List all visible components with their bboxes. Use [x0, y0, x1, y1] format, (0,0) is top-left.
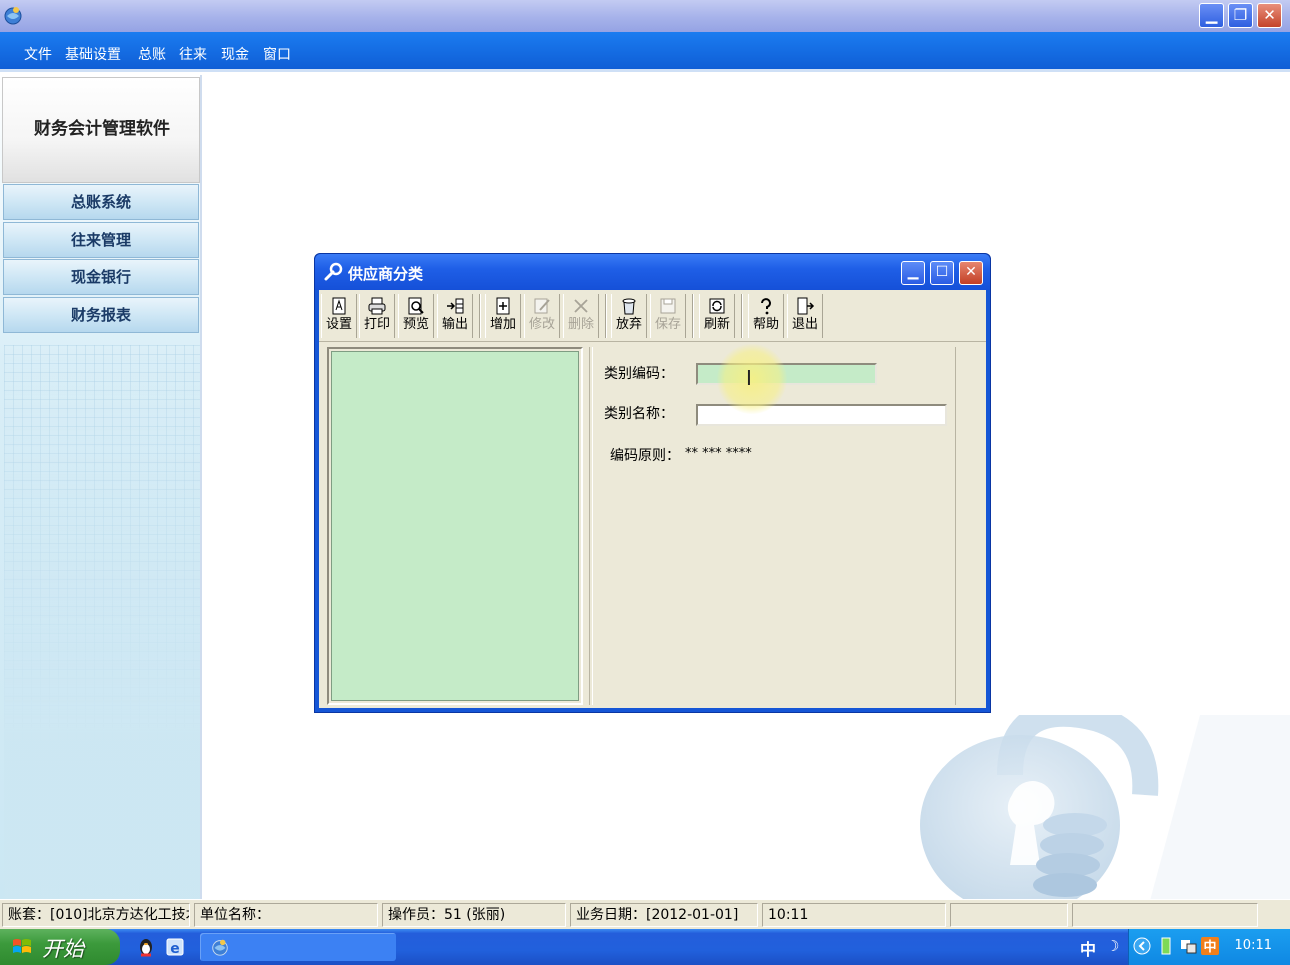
printer-icon	[368, 297, 386, 315]
sidebar-item-receivables[interactable]: 往来管理	[3, 222, 199, 258]
category-code-input[interactable]	[696, 363, 877, 385]
edit-pencil-icon	[534, 298, 550, 314]
toolbar-separator	[692, 294, 694, 338]
page-setup-icon	[332, 297, 346, 315]
menu-receivables-payables[interactable]: 往来	[179, 44, 207, 64]
print-preview-icon	[408, 297, 424, 315]
sidebar: 财务会计管理软件 总账系统 往来管理 现金银行 财务报表	[0, 75, 202, 899]
print-button[interactable]: 打印	[359, 294, 395, 338]
setup-button[interactable]: 设置	[321, 294, 357, 338]
maximize-icon: ☐	[935, 264, 949, 280]
dialog-title: 供应商分类	[348, 265, 424, 283]
status-empty-2	[1072, 903, 1258, 927]
tray-network-icon[interactable]	[1179, 937, 1197, 955]
coding-rule-label: 编码原则：	[610, 448, 680, 464]
restore-icon: ❐	[1233, 6, 1248, 24]
preview-button[interactable]: 预览	[398, 294, 434, 338]
toolbar-separator	[479, 294, 481, 338]
dialog-toolbar: 设置 打印 预览 输出 增加 修改 删除 放弃 保存 刷新 帮助 退出	[319, 290, 986, 342]
toolbar-separator	[605, 294, 607, 338]
menu-window[interactable]: 窗口	[263, 44, 291, 64]
dialog-minimize-button[interactable]: ▁	[901, 261, 925, 285]
exit-button[interactable]: 退出	[787, 294, 823, 338]
add-record-icon	[496, 297, 510, 315]
status-operator: 操作员：51 (张丽)	[382, 903, 566, 927]
system-tray: 中 10:11	[1128, 929, 1290, 965]
close-button[interactable]: ✕	[1257, 3, 1282, 28]
status-empty-1	[950, 903, 1068, 927]
category-name-input[interactable]	[696, 404, 947, 426]
qq-penguin-icon[interactable]	[135, 936, 157, 958]
tray-ime-icon[interactable]: 中	[1201, 937, 1219, 955]
supplier-category-dialog: 供应商分类 ▁ ☐ ✕ 设置 打印 预览 输出 增加 修改 删除 放弃 保存 刷…	[314, 253, 991, 713]
coding-rule-value: ** *** ****	[685, 446, 752, 461]
windows-logo-icon	[13, 939, 31, 953]
sidebar-title: 财务会计管理软件	[34, 119, 170, 139]
taskbar-clock: 10:11	[1234, 938, 1272, 953]
panel-splitter[interactable]	[589, 347, 593, 705]
svg-text:中: 中	[1203, 939, 1216, 955]
tray-battery-icon[interactable]	[1157, 937, 1175, 955]
ime-chinese-indicator[interactable]: 中	[1080, 936, 1096, 960]
sidebar-pattern	[4, 345, 200, 899]
refresh-icon	[709, 298, 725, 314]
app-globe-icon	[212, 939, 228, 956]
status-unit: 单位名称：	[194, 903, 378, 927]
start-button[interactable]: 开始	[0, 929, 120, 965]
menu-bar: 文件 基础设置 总账 往来 现金 窗口	[0, 32, 1290, 72]
save-button[interactable]: 保存	[650, 294, 686, 338]
menu-cash[interactable]: 现金	[221, 44, 249, 64]
menu-general-ledger[interactable]: 总账	[138, 44, 166, 64]
exit-door-icon	[797, 297, 815, 315]
close-icon: ✕	[1263, 6, 1276, 24]
delete-button[interactable]: 删除	[563, 294, 599, 338]
sidebar-header: 财务会计管理软件	[2, 77, 200, 183]
status-time: 10:11	[762, 903, 946, 927]
sidebar-item-general-ledger[interactable]: 总账系统	[3, 184, 199, 220]
add-button[interactable]: 增加	[485, 294, 521, 338]
dialog-body: 设置 打印 预览 输出 增加 修改 删除 放弃 保存 刷新 帮助 退出 类别编码…	[319, 290, 986, 708]
floppy-disk-icon	[660, 298, 676, 314]
category-tree-panel	[327, 347, 583, 705]
taskbar-app-button[interactable]	[200, 933, 396, 961]
tray-collapse-icon[interactable]	[1133, 937, 1151, 955]
trash-bin-icon	[622, 298, 636, 315]
refresh-button[interactable]: 刷新	[699, 294, 735, 338]
status-business-date: 业务日期：[2012-01-01]	[570, 903, 758, 927]
delete-x-icon	[574, 299, 588, 313]
minimize-button[interactable]: ▁	[1199, 3, 1224, 28]
svg-text:e: e	[170, 941, 180, 957]
export-icon	[447, 298, 464, 314]
category-tree[interactable]	[331, 351, 579, 701]
discard-button[interactable]: 放弃	[611, 294, 647, 338]
edit-button[interactable]: 修改	[524, 294, 560, 338]
minimize-icon: ▁	[907, 264, 919, 280]
start-label: 开始	[42, 937, 84, 961]
status-bar: 账套：[010]北京方达化工技术有限公司 单位名称： 操作员：51 (张丽) 业…	[0, 899, 1290, 929]
help-question-icon	[761, 298, 771, 315]
minimize-icon: ▁	[1205, 6, 1218, 24]
menu-basic-settings[interactable]: 基础设置	[65, 44, 121, 64]
status-account: 账套：[010]北京方达化工技术有限公司	[2, 903, 190, 927]
restore-button[interactable]: ❐	[1228, 3, 1253, 28]
dialog-close-button[interactable]: ✕	[959, 261, 983, 285]
dialog-maximize-button[interactable]: ☐	[930, 261, 954, 285]
wrench-icon	[324, 262, 343, 281]
ie-browser-icon[interactable]: e	[164, 936, 186, 958]
menu-file[interactable]: 文件	[24, 44, 52, 64]
app-titlebar: ▁ ❐ ✕	[0, 0, 1290, 32]
toolbar-separator	[741, 294, 743, 338]
app-globe-icon	[4, 7, 22, 25]
taskbar: 开始 e 中 ☽ 中 10:11	[0, 929, 1290, 965]
export-button[interactable]: 输出	[437, 294, 473, 338]
category-code-label: 类别编码：	[604, 366, 674, 382]
sidebar-item-reports[interactable]: 财务报表	[3, 297, 199, 333]
help-button[interactable]: 帮助	[748, 294, 784, 338]
category-name-label: 类别名称：	[604, 406, 674, 422]
dialog-titlebar[interactable]: 供应商分类 ▁ ☐ ✕	[315, 254, 990, 290]
dialog-right-panel	[955, 347, 986, 705]
ime-halfwidth-moon-icon[interactable]: ☽	[1106, 937, 1119, 955]
close-icon: ✕	[965, 264, 977, 280]
sidebar-item-cash-bank[interactable]: 现金银行	[3, 259, 199, 295]
